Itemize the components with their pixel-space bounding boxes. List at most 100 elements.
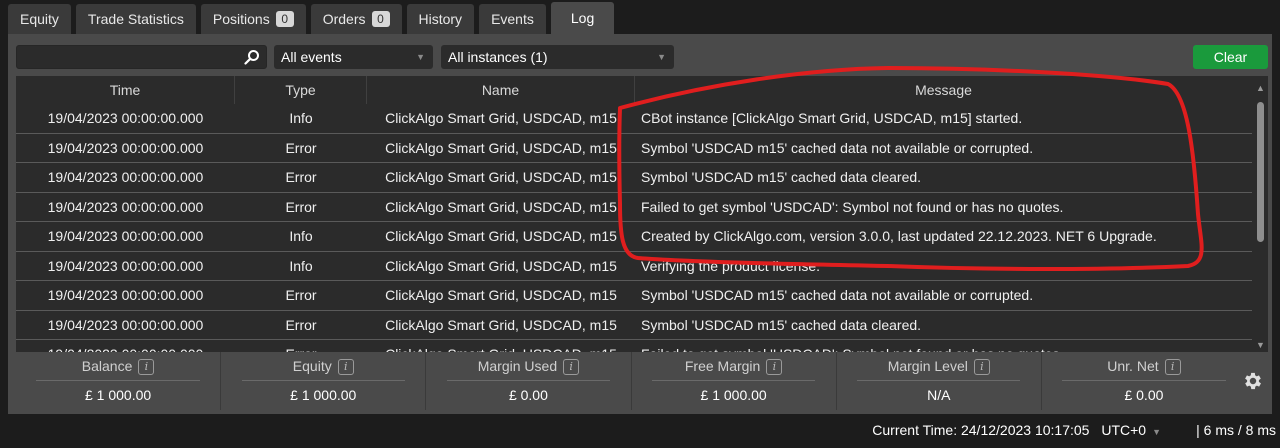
tab-label: Events (491, 11, 534, 27)
info-icon[interactable]: i (766, 359, 783, 376)
scroll-down-icon[interactable]: ▼ (1256, 340, 1265, 350)
log-message-cell: Failed to get symbol 'USDCAD': Symbol no… (641, 198, 1064, 215)
log-message-cell: Verifying the product license. (641, 257, 820, 274)
stat-value: £ 1 000.00 (85, 387, 152, 403)
stat-unrealized-net: Unr. Net i £ 0.00 (1042, 352, 1246, 410)
search-icon[interactable] (244, 49, 260, 65)
stat-value: £ 0.00 (508, 387, 548, 403)
latency-readout: | 6 ms / 8 ms (1196, 422, 1276, 438)
log-message-cell: Symbol 'USDCAD m15' cached data cleared. (641, 316, 922, 333)
tab-history[interactable]: History (406, 4, 475, 34)
log-type-cell: Error (285, 169, 317, 185)
log-panel: All events ▼ All instances (1) ▼ Clear T… (8, 34, 1272, 414)
log-type-cell: Info (289, 257, 313, 274)
info-icon[interactable]: i (973, 359, 990, 376)
table-row[interactable]: 19/04/2023 00:00:00.000ErrorClickAlgo Sm… (16, 134, 1252, 163)
tab-equity[interactable]: Equity (8, 4, 71, 34)
stat-label: Equity (292, 358, 332, 374)
stat-label: Free Margin (684, 358, 761, 374)
log-time-cell: 19/04/2023 00:00:00.000 (16, 340, 235, 352)
log-time-cell: 19/04/2023 00:00:00.000 (47, 169, 204, 185)
column-header-type[interactable]: Type (235, 76, 367, 104)
table-row[interactable]: 19/04/2023 00:00:00.000 Info ClickAlgo Sma… (16, 222, 1252, 252)
tab-label: Orders (322, 11, 366, 27)
info-icon[interactable]: i (138, 359, 155, 376)
tab-log[interactable]: Log (550, 2, 615, 34)
tab-label: Log (570, 10, 595, 26)
column-header-message[interactable]: Message (635, 76, 1252, 104)
log-name-cell: ClickAlgo Smart Grid, USDCAD, m15 (385, 139, 617, 156)
log-name-cell: ClickAlgo Smart Grid, USDCAD, m15 (385, 257, 617, 274)
chevron-down-icon: ▼ (1152, 427, 1161, 437)
log-type-cell: Info (289, 110, 313, 126)
log-name-cell: ClickAlgo Smart Grid, USDCAD, m15 (385, 287, 617, 303)
tab-orders[interactable]: Orders 0 (310, 4, 402, 34)
stat-value: £ 0.00 (1124, 387, 1164, 403)
stat-margin-level: Margin Level i N/A (837, 352, 1042, 410)
vertical-scrollbar[interactable]: ▲ ▼ (1252, 76, 1268, 352)
log-message-cell: Symbol 'USDCAD m15' cached data cleared. (641, 169, 922, 185)
log-type-cell: Info (289, 228, 313, 244)
events-filter-value: All events (281, 49, 342, 65)
stat-equity: Equity i £ 1 000.00 (221, 352, 427, 410)
clear-button[interactable]: Clear (1193, 45, 1268, 69)
stat-label: Balance (81, 358, 133, 374)
stat-free-margin: Free Margin i £ 1 000.00 (632, 352, 837, 410)
table-row[interactable]: 19/04/2023 00:00:00.000 Error ClickAlgo Sm… (16, 163, 1252, 193)
stat-value: N/A (927, 387, 951, 403)
log-time-cell: 19/04/2023 00:00:00.000 (47, 110, 204, 126)
log-name-cell: ClickAlgo Smart Grid, USDCAD, m15 (385, 198, 617, 215)
info-icon[interactable]: i (563, 359, 580, 376)
table-row[interactable]: 19/04/2023 00:00:00.000 Error ClickAlgo Sm… (16, 193, 1252, 222)
log-type-cell: Error (285, 316, 317, 333)
tab-bar: Equity Trade Statistics Positions 0 Order… (0, 0, 1280, 34)
log-message-cell: Created by ClickAlgo.com, version 3.0.0,… (641, 228, 1157, 244)
table-row[interactable]: 19/04/2023 00:00:00.000 Info ClickAlgo Sma… (16, 252, 1252, 281)
stat-value: £ 1 000.00 (700, 387, 767, 403)
chevron-down-icon: ▼ (657, 52, 666, 62)
chevron-down-icon: ▼ (416, 52, 425, 62)
log-time-cell: 19/04/2023 00:00:00.000 (47, 316, 204, 333)
stat-label: Margin Used (477, 358, 558, 374)
stat-balance: Balance i £ 1 000.00 (16, 352, 222, 410)
column-header-name[interactable]: Name (367, 76, 635, 104)
table-row[interactable]: 19/04/2023 00:00:00.000 Info ClickAlgo Sma… (16, 104, 1252, 134)
info-icon[interactable]: i (1164, 359, 1181, 376)
tab-trade-statistics[interactable]: Trade Statistics (75, 4, 196, 34)
current-time-label: Current Time: (872, 422, 958, 438)
instances-filter-select[interactable]: All instances (1) ▼ (441, 45, 674, 69)
search-input[interactable] (17, 46, 237, 68)
current-time-value: 24/12/2023 10:17:05 (960, 422, 1090, 438)
log-table: Time Type Name Message 19/04/2023 00:00:… (16, 76, 1268, 352)
log-time-cell: 19/04/2023 00:00:00.000 (47, 287, 204, 303)
tab-events[interactable]: Events (479, 4, 546, 34)
tab-label: Equity (20, 11, 59, 27)
stat-label: Unr. Net (1107, 358, 1159, 374)
log-type-cell: Error (285, 198, 317, 215)
tab-label: Positions (212, 11, 270, 27)
scroll-up-icon[interactable]: ▲ (1256, 83, 1265, 93)
status-bar: Current Time: 24/12/2023 10:17:05 UTC+0 ▼… (0, 414, 1280, 448)
info-icon[interactable]: i (337, 359, 354, 376)
column-header-time[interactable]: Time (16, 76, 235, 104)
gear-icon[interactable] (1242, 370, 1264, 392)
table-row[interactable]: 19/04/2023 00:00:00.000ErrorClickAlgo Sm… (16, 281, 1252, 311)
timezone-value: UTC+0 (1101, 422, 1147, 438)
stat-value: £ 1 000.00 (290, 387, 357, 403)
search-box (16, 45, 267, 69)
current-time: Current Time: 24/12/2023 10:17:05 UTC+0 ▼ (872, 422, 1167, 438)
table-row[interactable]: 19/04/2023 00:00:00.000ErrorClickAlgo Sm… (16, 311, 1252, 340)
tab-positions[interactable]: Positions 0 (200, 4, 306, 34)
timezone-selector[interactable]: UTC+0 ▼ (1101, 422, 1167, 438)
table-row[interactable]: 19/04/2023 00:00:00.000ErrorClickAlgo Sm… (16, 340, 1252, 352)
log-message-cell: Failed to get symbol 'USDCAD': Symbol no… (635, 340, 1252, 352)
log-name-cell: ClickAlgo Smart Grid, USDCAD, m15 (385, 110, 617, 126)
table-header: Time Type Name Message (16, 76, 1252, 104)
log-toolbar: All events ▼ All instances (1) ▼ Clear (16, 45, 1268, 69)
log-name-cell: ClickAlgo Smart Grid, USDCAD, m15 (385, 228, 617, 244)
log-time-cell: 19/04/2023 00:00:00.000 (47, 198, 204, 215)
scrollbar-thumb[interactable] (1257, 102, 1264, 242)
events-filter-select[interactable]: All events ▼ (274, 45, 433, 69)
log-name-cell: ClickAlgo Smart Grid, USDCAD, m15 (385, 169, 617, 185)
log-message-cell: CBot instance [ClickAlgo Smart Grid, USD… (641, 110, 1023, 126)
